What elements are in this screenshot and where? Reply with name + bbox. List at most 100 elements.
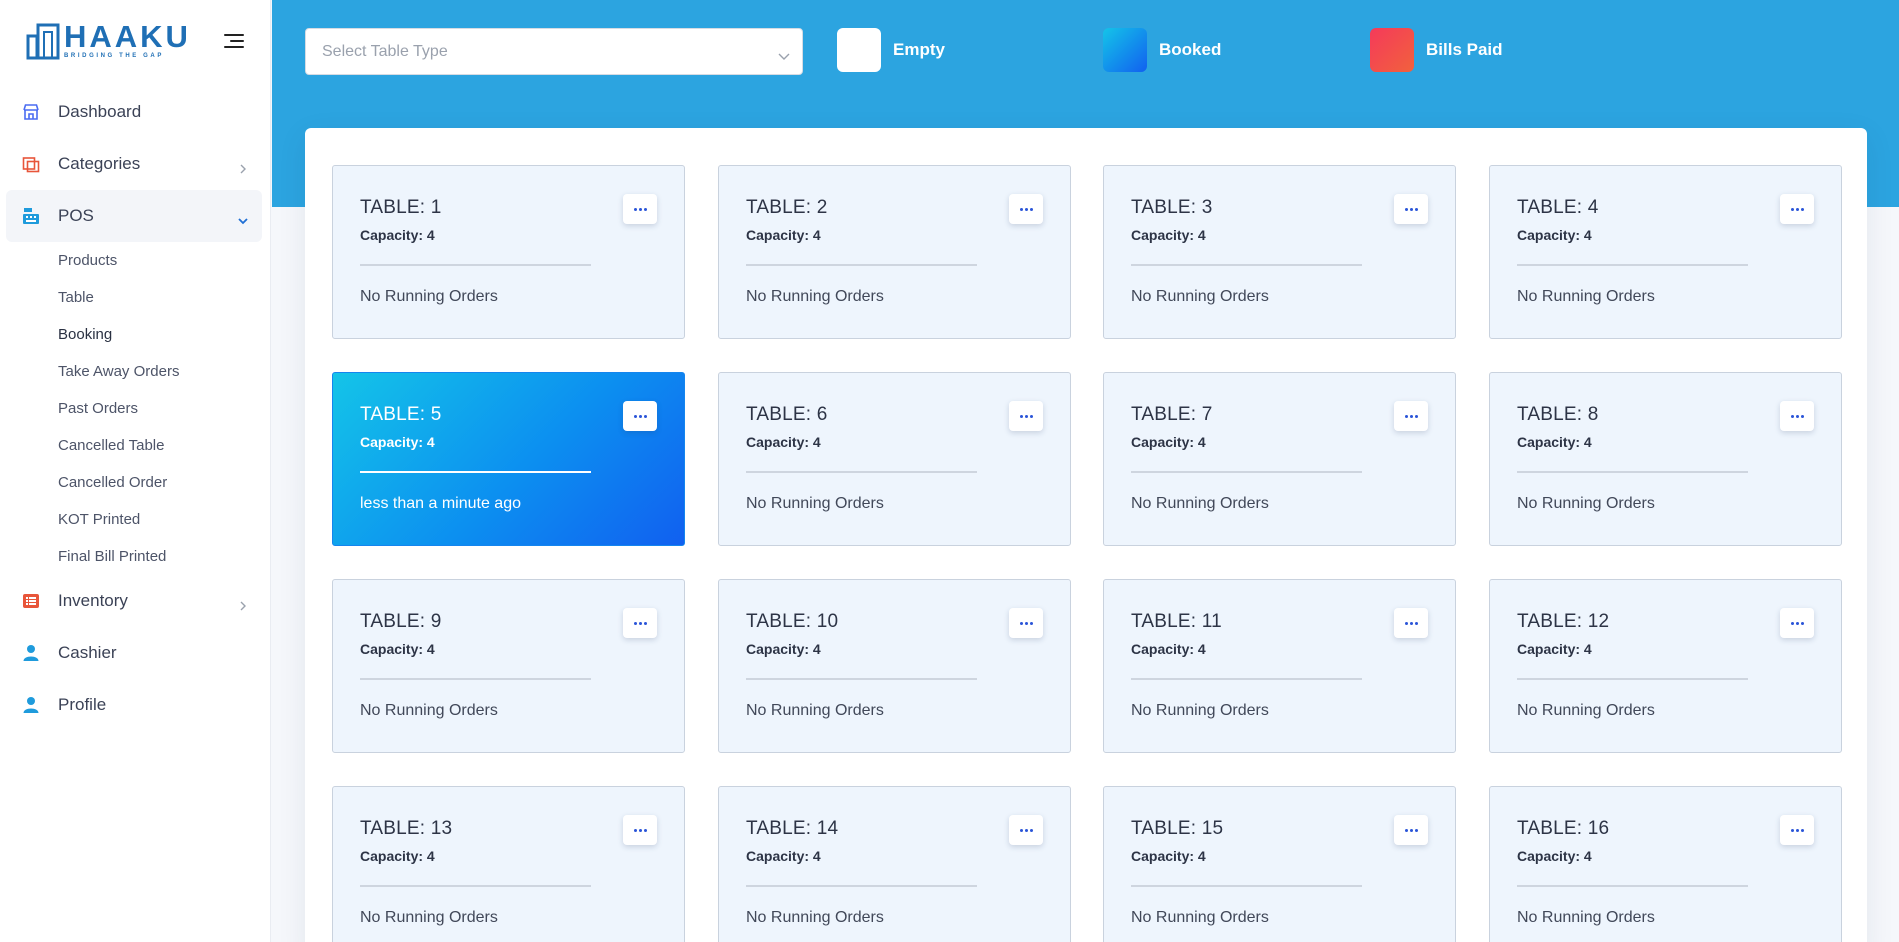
table-status: No Running Orders [1131, 909, 1269, 926]
more-options-button[interactable] [1394, 815, 1428, 845]
more-options-button[interactable] [1394, 401, 1428, 431]
table-title: TABLE: 2 [746, 197, 828, 218]
more-options-button[interactable] [623, 194, 657, 224]
table-status: No Running Orders [360, 702, 498, 719]
table-card[interactable]: TABLE: 8 Capacity: 4 No Running Orders [1489, 372, 1842, 546]
table-card[interactable]: TABLE: 3 Capacity: 4 No Running Orders [1103, 165, 1456, 339]
table-card[interactable]: TABLE: 1 Capacity: 4 No Running Orders [332, 165, 685, 339]
table-card[interactable]: TABLE: 6 Capacity: 4 No Running Orders [718, 372, 1071, 546]
table-capacity: Capacity: 4 [360, 848, 435, 864]
ellipsis-icon [1404, 414, 1418, 418]
table-card[interactable]: TABLE: 16 Capacity: 4 No Running Orders [1489, 786, 1842, 942]
table-card[interactable]: TABLE: 9 Capacity: 4 No Running Orders [332, 579, 685, 753]
legend-empty: Empty [837, 28, 945, 72]
ellipsis-icon [1019, 828, 1033, 832]
table-status: No Running Orders [746, 495, 884, 512]
submenu-item-take-away-orders[interactable]: Take Away Orders [58, 353, 262, 390]
table-status: No Running Orders [360, 909, 498, 926]
more-options-button[interactable] [1009, 815, 1043, 845]
brand-logo[interactable]: HAAKU BRIDGING THE GAP [26, 20, 191, 62]
table-capacity: Capacity: 4 [1517, 227, 1592, 243]
cash-register-icon [22, 207, 40, 225]
table-card[interactable]: TABLE: 5 Capacity: 4 less than a minute ag… [332, 372, 685, 546]
table-card[interactable]: TABLE: 10 Capacity: 4 No Running Orders [718, 579, 1071, 753]
more-options-button[interactable] [1009, 608, 1043, 638]
table-title: TABLE: 15 [1131, 818, 1224, 839]
table-type-select[interactable]: Select Table Type [305, 28, 803, 75]
divider [1131, 885, 1362, 887]
list-icon [22, 592, 40, 610]
ellipsis-icon [1404, 621, 1418, 625]
table-card[interactable]: TABLE: 13 Capacity: 4 No Running Orders [332, 786, 685, 942]
table-status: No Running Orders [1131, 702, 1269, 719]
ellipsis-icon [1790, 207, 1804, 211]
table-card[interactable]: TABLE: 15 Capacity: 4 No Running Orders [1103, 786, 1456, 942]
table-title: TABLE: 14 [746, 818, 839, 839]
sidebar-item-categories[interactable]: Categories [6, 138, 262, 190]
table-status: No Running Orders [360, 288, 498, 305]
more-options-button[interactable] [1780, 194, 1814, 224]
table-capacity: Capacity: 4 [1517, 848, 1592, 864]
table-card[interactable]: TABLE: 12 Capacity: 4 No Running Orders [1489, 579, 1842, 753]
more-options-button[interactable] [623, 401, 657, 431]
menu-toggle-icon[interactable] [224, 32, 246, 50]
submenu-item-booking[interactable]: Booking [58, 316, 262, 353]
user-icon [22, 644, 40, 662]
chevron-right-icon [238, 159, 248, 174]
table-title: TABLE: 8 [1517, 404, 1599, 425]
table-capacity: Capacity: 4 [360, 434, 435, 450]
table-status: No Running Orders [1517, 909, 1655, 926]
chevron-down-icon [238, 211, 248, 225]
table-status: less than a minute ago [360, 495, 521, 512]
more-options-button[interactable] [1394, 608, 1428, 638]
select-placeholder: Select Table Type [322, 42, 448, 60]
submenu-item-past-orders[interactable]: Past Orders [58, 390, 262, 427]
table-status: No Running Orders [746, 909, 884, 926]
tables-panel: TABLE: 1 Capacity: 4 No Running Orders TABL… [305, 128, 1867, 942]
logo-mark-icon [26, 22, 60, 60]
sidebar-item-label: Profile [58, 695, 107, 714]
table-card[interactable]: TABLE: 2 Capacity: 4 No Running Orders [718, 165, 1071, 339]
submenu-item-table[interactable]: Table [58, 279, 262, 316]
submenu-item-cancelled-order[interactable]: Cancelled Order [58, 464, 262, 501]
table-card[interactable]: TABLE: 7 Capacity: 4 No Running Orders [1103, 372, 1456, 546]
more-options-button[interactable] [1009, 194, 1043, 224]
table-title: TABLE: 9 [360, 611, 442, 632]
more-options-button[interactable] [1394, 194, 1428, 224]
legend-swatch-booked [1103, 28, 1147, 72]
submenu-item-cancelled-table[interactable]: Cancelled Table [58, 427, 262, 464]
divider [1517, 885, 1748, 887]
divider [1131, 471, 1362, 473]
table-title: TABLE: 16 [1517, 818, 1610, 839]
ellipsis-icon [633, 207, 647, 211]
divider [746, 678, 977, 680]
pos-submenu: Products Table Booking Take Away Orders … [6, 242, 262, 575]
submenu-item-products[interactable]: Products [58, 242, 262, 279]
submenu-item-final-bill-printed[interactable]: Final Bill Printed [58, 538, 262, 575]
ellipsis-icon [1790, 621, 1804, 625]
chevron-down-icon [778, 48, 790, 60]
brand-tagline: BRIDGING THE GAP [64, 53, 164, 59]
ellipsis-icon [1019, 207, 1033, 211]
more-options-button[interactable] [623, 815, 657, 845]
table-card[interactable]: TABLE: 14 Capacity: 4 No Running Orders [718, 786, 1071, 942]
more-options-button[interactable] [1780, 815, 1814, 845]
sidebar-item-cashier[interactable]: Cashier [6, 627, 262, 679]
categories-icon [22, 155, 40, 173]
more-options-button[interactable] [623, 608, 657, 638]
sidebar-nav: Dashboard Categories POS Products Table … [6, 86, 262, 731]
sidebar-item-inventory[interactable]: Inventory [6, 575, 262, 627]
sidebar-item-profile[interactable]: Profile [6, 679, 262, 731]
table-status: No Running Orders [746, 288, 884, 305]
sidebar-item-dashboard[interactable]: Dashboard [6, 86, 262, 138]
sidebar-item-pos[interactable]: POS [6, 190, 262, 242]
table-capacity: Capacity: 4 [1517, 641, 1592, 657]
table-card[interactable]: TABLE: 11 Capacity: 4 No Running Orders [1103, 579, 1456, 753]
divider [746, 885, 977, 887]
submenu-item-kot-printed[interactable]: KOT Printed [58, 501, 262, 538]
more-options-button[interactable] [1009, 401, 1043, 431]
more-options-button[interactable] [1780, 401, 1814, 431]
table-card[interactable]: TABLE: 4 Capacity: 4 No Running Orders [1489, 165, 1842, 339]
more-options-button[interactable] [1780, 608, 1814, 638]
legend-booked: Booked [1103, 28, 1221, 72]
